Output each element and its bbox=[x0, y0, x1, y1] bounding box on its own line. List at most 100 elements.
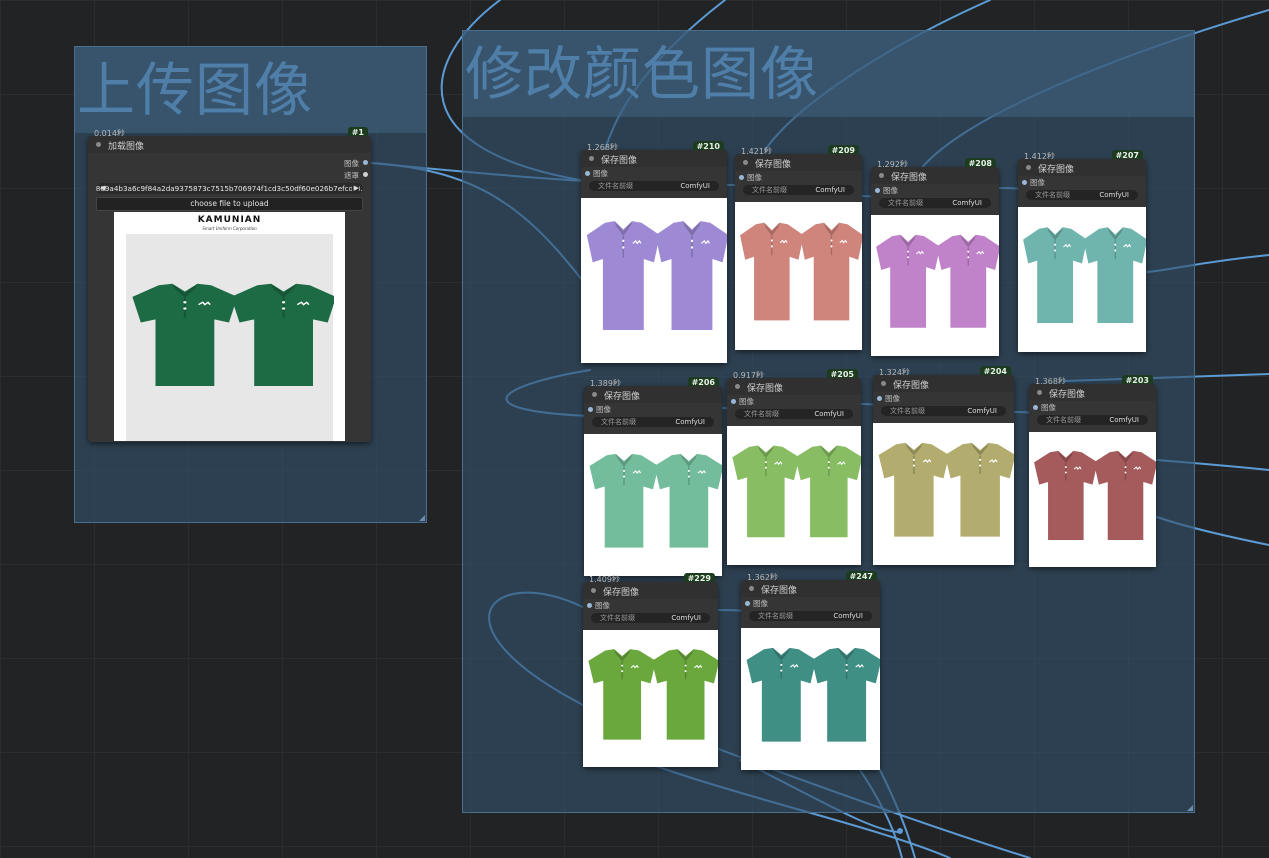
save-image-node[interactable]: 1.362秒 #247 保存图像 图像 文件名前缀 ComfyUI bbox=[741, 571, 880, 770]
field-value: ComfyUI bbox=[815, 186, 845, 194]
group-resize-handle[interactable] bbox=[1187, 805, 1193, 811]
save-image-node[interactable]: 1.324秒 #204 保存图像 图像 文件名前缀 ComfyUI bbox=[873, 366, 1014, 565]
save-image-node[interactable]: 1.409秒 #229 保存图像 图像 文件名前缀 ComfyUI bbox=[583, 573, 718, 767]
input-port-image[interactable] bbox=[588, 407, 593, 412]
node-header[interactable]: 加载图像 bbox=[88, 136, 371, 153]
input-port-image[interactable] bbox=[585, 171, 590, 176]
group-title: 上传图像 bbox=[75, 47, 426, 133]
filename-prefix-field[interactable]: 文件名前缀 ComfyUI bbox=[1037, 415, 1148, 425]
shirt-illustration bbox=[589, 453, 722, 548]
save-image-node[interactable]: 1.268秒 #210 保存图像 图像 文件名前缀 ComfyUI bbox=[581, 141, 727, 363]
filename-prefix-field[interactable]: 文件名前缀 ComfyUI bbox=[735, 409, 853, 419]
output-image-preview bbox=[583, 630, 718, 767]
node-header[interactable]: 保存图像 bbox=[727, 378, 861, 395]
brand-logo: KAMUNIAN bbox=[197, 215, 262, 225]
node-header[interactable]: 保存图像 bbox=[741, 580, 880, 597]
input-port-image[interactable] bbox=[1022, 180, 1027, 185]
output-label-mask: 遮罩 bbox=[344, 171, 359, 180]
output-port-mask[interactable] bbox=[363, 172, 368, 177]
filename-prefix-field[interactable]: 文件名前缀 ComfyUI bbox=[743, 185, 854, 195]
output-image-preview bbox=[727, 426, 861, 565]
shirt-illustration bbox=[588, 649, 718, 740]
field-label: 文件名前缀 bbox=[744, 410, 779, 418]
output-port-image[interactable] bbox=[363, 160, 368, 165]
node-header[interactable]: 保存图像 bbox=[584, 386, 722, 403]
input-port-image[interactable] bbox=[587, 603, 592, 608]
node-header[interactable]: 保存图像 bbox=[583, 582, 718, 599]
output-image-preview bbox=[581, 198, 727, 363]
select-right-arrow-icon[interactable]: ▶ bbox=[351, 183, 359, 194]
node-title: 保存图像 bbox=[1049, 390, 1086, 400]
save-image-node[interactable]: 1.389秒 #206 保存图像 图像 文件名前缀 ComfyUI bbox=[584, 377, 722, 576]
filename-prefix-field[interactable]: 文件名前缀 ComfyUI bbox=[879, 198, 991, 208]
load-image-node[interactable]: 0.014秒 #1 加载图像 图像 遮罩 ◀ 662809a4b3a6c9f84… bbox=[88, 127, 371, 442]
input-port-image[interactable] bbox=[745, 601, 750, 606]
shirt-illustration bbox=[1023, 227, 1146, 323]
field-label: 文件名前缀 bbox=[1046, 416, 1081, 424]
group-resize-handle[interactable] bbox=[419, 515, 425, 521]
node-title: 保存图像 bbox=[601, 156, 638, 166]
image-file-select[interactable]: ◀ 662809a4b3a6c9f84a2da9375873c7515b7069… bbox=[96, 183, 363, 194]
save-image-node[interactable]: 0.917秒 #205 保存图像 图像 文件名前缀 ComfyUI bbox=[727, 369, 861, 565]
node-header[interactable]: 保存图像 bbox=[1029, 384, 1156, 401]
field-value: ComfyUI bbox=[967, 407, 997, 415]
group-title: 修改颜色图像 bbox=[463, 31, 1194, 117]
node-title: 保存图像 bbox=[891, 173, 928, 183]
shirt-illustration bbox=[746, 647, 880, 742]
input-label-image: 图像 bbox=[1030, 178, 1045, 187]
save-image-node[interactable]: 1.368秒 #203 保存图像 图像 文件名前缀 ComfyUI bbox=[1029, 375, 1156, 567]
save-image-node[interactable]: 1.421秒 #209 保存图像 图像 文件名前缀 ComfyUI bbox=[735, 145, 862, 350]
input-port-image[interactable] bbox=[731, 399, 736, 404]
input-label-image: 图像 bbox=[596, 405, 611, 414]
field-label: 文件名前缀 bbox=[890, 407, 925, 415]
node-title: 保存图像 bbox=[1038, 165, 1075, 175]
shirt-illustration bbox=[132, 283, 334, 386]
node-header[interactable]: 保存图像 bbox=[871, 167, 999, 184]
input-port-image[interactable] bbox=[739, 175, 744, 180]
collapse-dot-icon[interactable] bbox=[1037, 390, 1042, 395]
collapse-dot-icon[interactable] bbox=[591, 588, 596, 593]
collapse-dot-icon[interactable] bbox=[592, 392, 597, 397]
node-header[interactable]: 保存图像 bbox=[735, 154, 862, 171]
filename-prefix-field[interactable]: 文件名前缀 ComfyUI bbox=[1026, 190, 1138, 200]
collapse-dot-icon[interactable] bbox=[735, 384, 740, 389]
field-label: 文件名前缀 bbox=[1035, 191, 1070, 199]
shirt-illustration bbox=[1034, 450, 1156, 540]
field-value: ComfyUI bbox=[1099, 191, 1129, 199]
collapse-dot-icon[interactable] bbox=[879, 173, 884, 178]
shirt-illustration bbox=[586, 221, 727, 330]
filename-prefix-field[interactable]: 文件名前缀 ComfyUI bbox=[881, 406, 1006, 416]
filename-prefix-field[interactable]: 文件名前缀 ComfyUI bbox=[591, 613, 710, 623]
input-port-image[interactable] bbox=[877, 396, 882, 401]
field-label: 文件名前缀 bbox=[752, 186, 787, 194]
field-value: ComfyUI bbox=[952, 199, 982, 207]
node-header[interactable]: 保存图像 bbox=[1018, 159, 1146, 176]
save-image-node[interactable]: 1.292秒 #208 保存图像 图像 文件名前缀 ComfyUI bbox=[871, 158, 999, 356]
upload-button[interactable]: choose file to upload bbox=[96, 197, 363, 211]
node-header[interactable]: 保存图像 bbox=[581, 150, 727, 167]
output-image-preview bbox=[741, 628, 880, 770]
filename-prefix-field[interactable]: 文件名前缀 ComfyUI bbox=[749, 611, 872, 621]
node-title: 保存图像 bbox=[893, 381, 930, 391]
filename-prefix-field[interactable]: 文件名前缀 ComfyUI bbox=[589, 181, 719, 191]
input-port-image[interactable] bbox=[1033, 405, 1038, 410]
field-value: ComfyUI bbox=[671, 614, 701, 622]
input-label-image: 图像 bbox=[595, 601, 610, 610]
collapse-dot-icon[interactable] bbox=[749, 586, 754, 591]
field-label: 文件名前缀 bbox=[888, 199, 923, 207]
field-label: 文件名前缀 bbox=[598, 182, 633, 190]
collapse-dot-icon[interactable] bbox=[1026, 165, 1031, 170]
field-value: ComfyUI bbox=[680, 182, 710, 190]
filename-prefix-field[interactable]: 文件名前缀 ComfyUI bbox=[592, 417, 714, 427]
brand-tagline: Smart Uniform Corporation bbox=[202, 226, 257, 231]
input-port-image[interactable] bbox=[875, 188, 880, 193]
node-title: 保存图像 bbox=[603, 588, 640, 598]
collapse-dot-icon[interactable] bbox=[589, 156, 594, 161]
collapse-dot-icon[interactable] bbox=[96, 142, 101, 147]
node-header[interactable]: 保存图像 bbox=[873, 375, 1014, 392]
output-image-preview bbox=[1018, 207, 1146, 352]
input-label-image: 图像 bbox=[747, 173, 762, 182]
collapse-dot-icon[interactable] bbox=[881, 381, 886, 386]
save-image-node[interactable]: 1.412秒 #207 保存图像 图像 文件名前缀 ComfyUI bbox=[1018, 150, 1146, 352]
collapse-dot-icon[interactable] bbox=[743, 160, 748, 165]
